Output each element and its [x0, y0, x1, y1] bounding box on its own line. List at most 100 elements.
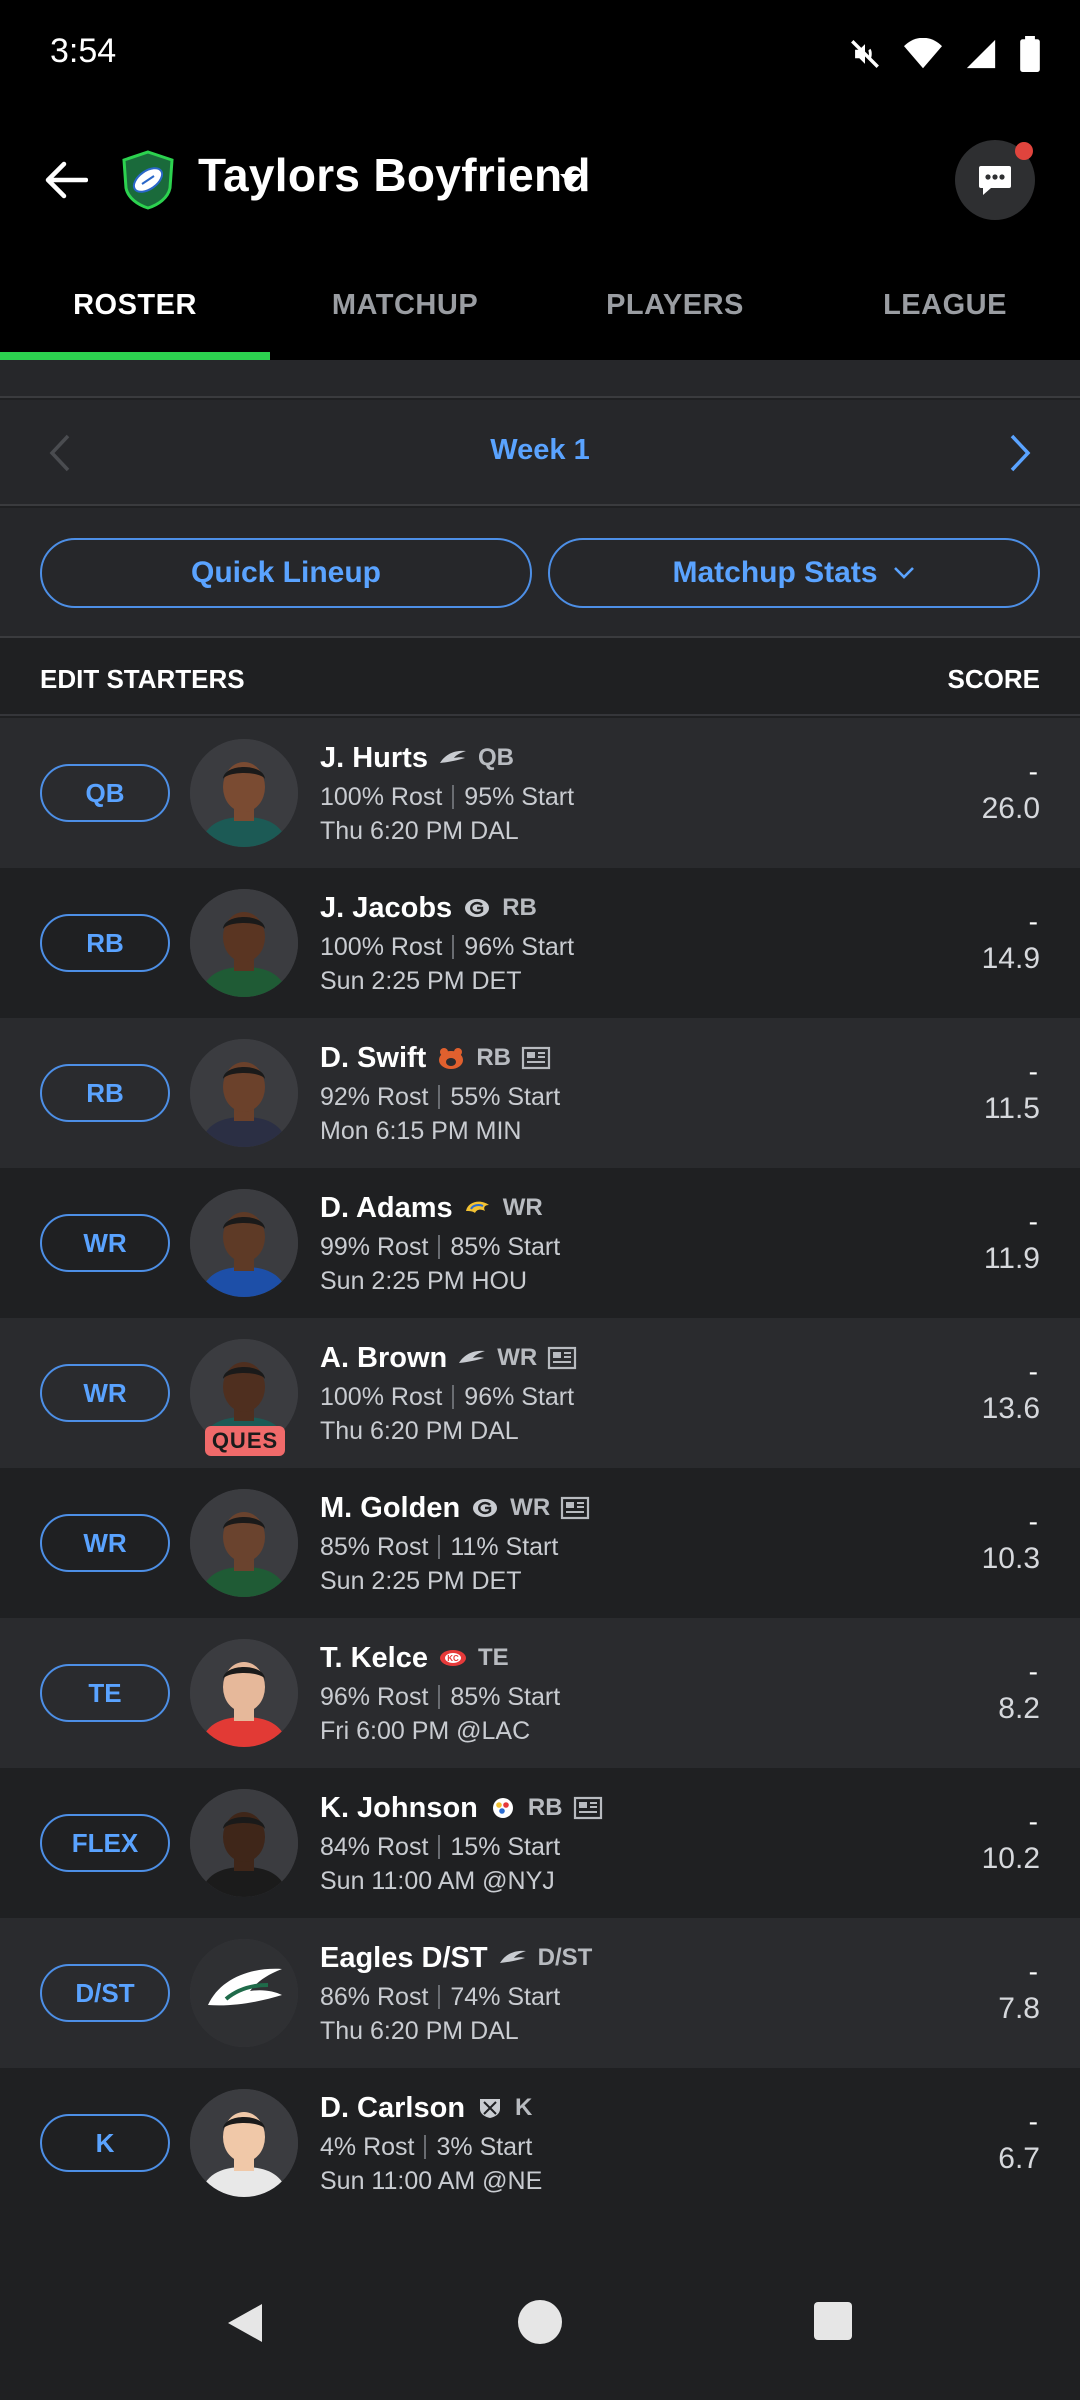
game-info: Mon 6:15 PM MIN — [320, 1116, 522, 1145]
tab-players[interactable]: PLAYERS — [540, 250, 810, 360]
player-position: RB — [476, 1044, 512, 1071]
projected-score: 8.2 — [998, 1692, 1040, 1725]
matchup-stats-button[interactable]: Matchup Stats — [548, 538, 1040, 608]
week-label[interactable]: Week 1 — [0, 434, 1080, 467]
quick-lineup-button[interactable]: Quick Lineup — [40, 538, 532, 608]
player-avatar[interactable] — [190, 889, 298, 997]
player-avatar[interactable] — [190, 2089, 298, 2197]
slot-button[interactable]: TE — [40, 1664, 170, 1722]
quick-lineup-label: Quick Lineup — [190, 556, 382, 589]
chat-icon — [979, 166, 1011, 195]
slot-button[interactable]: WR — [40, 1214, 170, 1272]
roster-row[interactable]: QB J. Hurts QB 100% Rost 95% Start Thu 6:20 P… — [0, 718, 1080, 868]
divider — [438, 1985, 441, 2009]
slot-button[interactable]: RB — [40, 914, 170, 972]
divider — [438, 1835, 441, 1859]
roster-row[interactable]: K D. Carlson K 4% Rost 3% Start Sun 11:00 AM … — [0, 2068, 1080, 2218]
projected-score: 13.6 — [981, 1392, 1040, 1425]
player-name[interactable]: A. Brown — [320, 1342, 447, 1375]
player-position: K — [515, 2094, 533, 2121]
tab-league[interactable]: LEAGUE — [810, 250, 1080, 360]
eagles-icon — [457, 1347, 487, 1369]
news-icon[interactable] — [521, 1046, 551, 1070]
team-name[interactable]: Taylors Boyfriend — [198, 148, 591, 202]
player-info: A. Brown WR 100% Rost 96% Start Thu 6:20 PM … — [320, 1340, 577, 1448]
player-name[interactable]: D. Carlson — [320, 2092, 465, 2125]
player-info: D. Carlson K 4% Rost 3% Start Sun 11:00 AM @… — [320, 2090, 542, 2198]
divider — [0, 360, 1080, 398]
roster-row[interactable]: FLEX K. Johnson RB 84% Rost 15% Start Sun 11:… — [0, 1768, 1080, 1918]
player-name[interactable]: T. Kelce — [320, 1642, 428, 1675]
player-position: D/ST — [537, 1944, 593, 1971]
projected-score: 7.8 — [998, 1992, 1040, 2025]
slot-button[interactable]: D/ST — [40, 1964, 170, 2022]
score-heading: SCORE — [947, 664, 1040, 694]
player-name[interactable]: J. Hurts — [320, 742, 428, 775]
tab-matchup[interactable]: MATCHUP — [270, 250, 540, 360]
rostered-pct: 96% Rost — [320, 1682, 429, 1711]
slot-button[interactable]: K — [40, 2114, 170, 2172]
player-name[interactable]: D. Adams — [320, 1192, 453, 1225]
slot-button[interactable]: RB — [40, 1064, 170, 1122]
player-avatar[interactable] — [190, 1489, 298, 1597]
nav-back-icon[interactable] — [222, 2300, 266, 2346]
news-icon[interactable] — [560, 1496, 590, 1520]
nav-recents-icon[interactable] — [814, 2302, 852, 2340]
tab-roster[interactable]: ROSTER — [0, 250, 270, 360]
roster-row[interactable]: RB J. Jacobs RB 100% Rost 96% Start Sun 2:25 … — [0, 868, 1080, 1018]
actual-score: - — [1028, 756, 1038, 787]
packers-icon — [462, 897, 492, 919]
battery-icon — [1020, 36, 1040, 72]
slot-button[interactable]: WR — [40, 1364, 170, 1422]
edit-starters-heading: EDIT STARTERS — [40, 664, 245, 694]
started-pct: 96% Start — [464, 932, 575, 961]
player-position: WR — [497, 1344, 538, 1371]
injury-status-badge: QUES — [205, 1426, 285, 1456]
slot-button[interactable]: QB — [40, 764, 170, 822]
player-avatar[interactable] — [190, 1189, 298, 1297]
player-avatar[interactable] — [190, 1789, 298, 1897]
roster-row[interactable]: WR D. Adams WR 99% Rost 85% Start Sun 2:25 PM… — [0, 1168, 1080, 1318]
roster-row[interactable]: WR QUES A. Brown WR 100% Rost 96% Start Thu 6:… — [0, 1318, 1080, 1468]
player-avatar[interactable] — [190, 1939, 298, 2047]
roster-row[interactable]: RB D. Swift RB 92% Rost 55% Start Mon 6:15 PM… — [0, 1018, 1080, 1168]
player-position: QB — [477, 744, 514, 771]
player-name[interactable]: J. Jacobs — [320, 892, 452, 925]
game-info: Thu 6:20 PM DAL — [320, 1416, 519, 1445]
roster-row[interactable]: TE T. Kelce KC TE 96% Rost 85% Start Fri 6:00 … — [0, 1618, 1080, 1768]
player-name[interactable]: Eagles D/ST — [320, 1942, 488, 1975]
rostered-pct: 84% Rost — [320, 1832, 429, 1861]
app-header: Taylors Boyfriend — [0, 110, 1080, 250]
projected-score: 26.0 — [981, 792, 1040, 825]
divider — [424, 2135, 427, 2159]
svg-text:KC: KC — [447, 1654, 459, 1663]
roster-row[interactable]: WR M. Golden WR 85% Rost 11% Start Sun 2:25 P… — [0, 1468, 1080, 1618]
player-name[interactable]: M. Golden — [320, 1492, 460, 1525]
rostered-pct: 100% Rost — [320, 932, 443, 961]
player-info: K. Johnson RB 84% Rost 15% Start Sun 11:00 A… — [320, 1790, 603, 1898]
chevron-down-icon[interactable] — [556, 168, 586, 192]
slot-button[interactable]: WR — [40, 1514, 170, 1572]
actual-score: - — [1028, 1956, 1038, 1987]
back-button[interactable] — [38, 152, 94, 208]
player-name[interactable]: K. Johnson — [320, 1792, 478, 1825]
actual-score: - — [1028, 1056, 1038, 1087]
chat-button[interactable] — [955, 140, 1035, 220]
chiefs-icon: KC — [438, 1647, 468, 1669]
nav-home-icon[interactable] — [518, 2300, 562, 2344]
slot-button[interactable]: FLEX — [40, 1814, 170, 1872]
news-icon[interactable] — [547, 1346, 577, 1370]
projected-score: 10.3 — [981, 1542, 1040, 1575]
player-avatar[interactable] — [190, 1039, 298, 1147]
player-avatar[interactable] — [190, 739, 298, 847]
game-info: Sun 11:00 AM @NE — [320, 2166, 543, 2195]
player-avatar[interactable] — [190, 1639, 298, 1747]
chevron-right-icon[interactable] — [1000, 428, 1040, 478]
started-pct: 3% Start — [436, 2132, 533, 2161]
game-info: Sun 2:25 PM HOU — [320, 1266, 528, 1295]
player-name[interactable]: D. Swift — [320, 1042, 426, 1075]
news-icon[interactable] — [573, 1796, 603, 1820]
actual-score: - — [1028, 1506, 1038, 1537]
roster-row[interactable]: D/ST Eagles D/ST D/ST 86% Rost 74% Start Thu … — [0, 1918, 1080, 2068]
rostered-pct: 99% Rost — [320, 1232, 429, 1261]
